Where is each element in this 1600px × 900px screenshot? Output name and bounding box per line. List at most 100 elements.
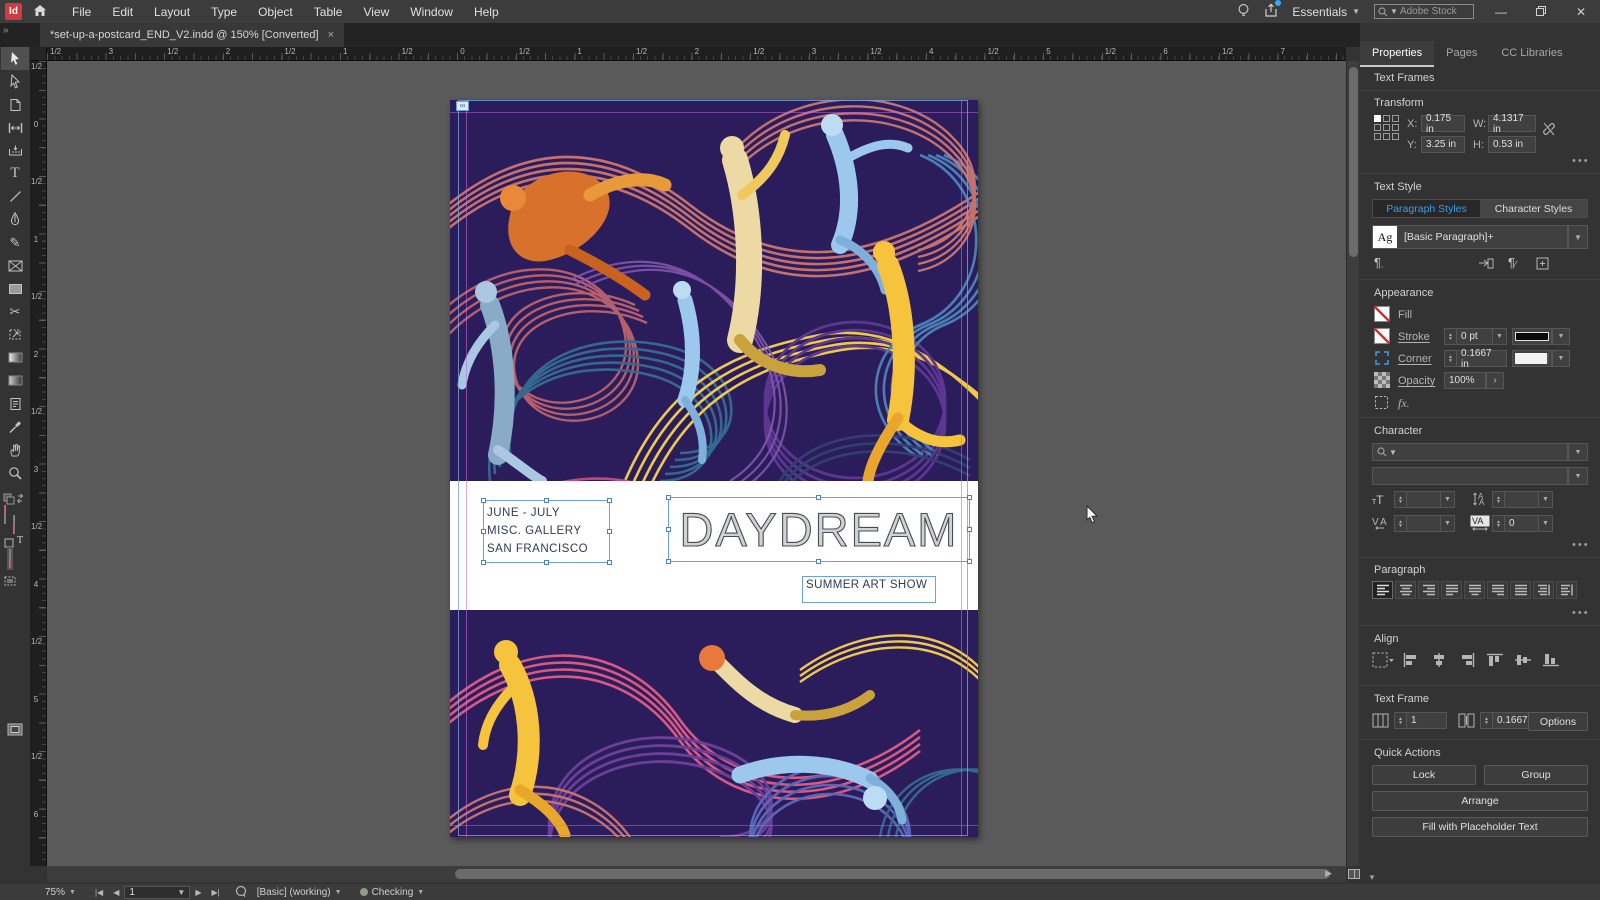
frame-handle[interactable] — [967, 495, 972, 500]
line-tool[interactable] — [1, 185, 29, 208]
x-field[interactable]: 0.175 in — [1421, 113, 1465, 135]
align-left-button[interactable] — [1372, 581, 1393, 599]
hand-tool[interactable] — [1, 438, 29, 461]
fill-swatch[interactable] — [1374, 306, 1390, 322]
kerning-value[interactable] — [1407, 515, 1441, 532]
frame-handle[interactable] — [666, 559, 671, 564]
style-dropdown-chevron[interactable]: ▼ — [1568, 225, 1588, 249]
text-frame-options-button[interactable]: Options — [1528, 712, 1588, 731]
eyedropper-tool[interactable] — [1, 415, 29, 438]
zoom-chevron[interactable]: ▼ — [65, 889, 80, 896]
frame-handle[interactable] — [967, 559, 972, 564]
preflight-chevron[interactable]: ▼ — [413, 889, 428, 896]
content-collector-tool[interactable] — [1, 139, 29, 162]
scissors-tool[interactable]: ✂ — [1, 300, 29, 323]
fill-swatch-none[interactable] — [4, 505, 6, 524]
align-toward-spine-button[interactable] — [1533, 581, 1554, 599]
justify-right-button[interactable] — [1487, 581, 1508, 599]
stroke-weight-stepper[interactable]: ▲ ▼ 0 pt ▼ — [1444, 328, 1507, 345]
collapse-panels-icon[interactable]: » — [3, 25, 9, 36]
search-input[interactable] — [1399, 6, 1470, 17]
formatting-affects-text-icon[interactable]: T — [17, 535, 23, 546]
opacity-value[interactable]: 100% — [1444, 372, 1486, 389]
opacity-link[interactable]: Opacity — [1398, 375, 1435, 387]
tab-pages[interactable]: Pages — [1434, 41, 1489, 67]
transform-more-options[interactable]: ••• — [1572, 155, 1590, 167]
linked-content-badge[interactable]: ∞ — [456, 101, 469, 111]
type-tool[interactable]: T — [1, 162, 29, 185]
tracking-stepper[interactable]: ▲ ▼ 0 ▼ — [1492, 515, 1553, 532]
corner-link[interactable]: Corner — [1398, 353, 1432, 365]
home-icon[interactable] — [30, 4, 50, 20]
align-right-edges-button[interactable] — [1456, 651, 1478, 669]
preset-chevron[interactable]: ▼ — [331, 889, 346, 896]
last-page-button[interactable]: ▶| — [207, 888, 225, 897]
arrange-button[interactable]: Arrange — [1372, 791, 1588, 811]
gap-tool[interactable] — [1, 116, 29, 139]
frame-handle[interactable] — [481, 498, 486, 503]
clear-overrides-icon[interactable]: ¶⁄ — [1508, 255, 1517, 270]
horizontal-ruler[interactable]: 1/2 3 1/2 2 1/2 1 1/2 0 1/2 1 1/2 2 1/2 3 1/2 4 1/2 5 1/2 6… — [47, 47, 1346, 61]
frame-handle[interactable] — [481, 528, 486, 534]
vertical-ruler[interactable]: 1/2 0 1/2 1 1/2 2 1/2 3 1/2 4 1/2 5 1/2 6 — [30, 61, 47, 866]
menu-file[interactable]: File — [72, 5, 91, 19]
stroke-link[interactable]: Stroke — [1398, 331, 1430, 343]
tracking-chevron[interactable]: ▼ — [1539, 515, 1553, 532]
y-field[interactable]: 3.25 in — [1421, 136, 1465, 153]
text-frame-headline[interactable]: DAYDREAM — [666, 495, 972, 564]
page-number-field[interactable]: 1 ▼ — [124, 885, 191, 899]
postcard-page[interactable]: ∞ JUNE - JULY MISC. GALLERY SAN FRANCISC… — [450, 100, 978, 837]
menu-window[interactable]: Window — [410, 5, 453, 19]
restore-button[interactable] — [1528, 5, 1554, 19]
fill-placeholder-text-button[interactable]: Fill with Placeholder Text — [1372, 817, 1588, 837]
fx-label[interactable]: fx. — [1398, 396, 1410, 411]
menu-view[interactable]: View — [363, 5, 389, 19]
paragraph-styles-tab[interactable]: Paragraph Styles — [1373, 200, 1480, 217]
frame-handle[interactable] — [607, 560, 612, 565]
justify-center-button[interactable] — [1464, 581, 1485, 599]
horizontal-scrollbar[interactable]: ▶ — [47, 866, 1360, 882]
workspace-switcher[interactable]: Essentials ▼ — [1292, 5, 1360, 19]
font-style-chevron[interactable]: ▼ — [1568, 467, 1588, 485]
menu-type[interactable]: Type — [211, 5, 237, 19]
text-frame-dates[interactable]: JUNE - JULY MISC. GALLERY SAN FRANCISCO — [481, 498, 612, 565]
align-away-spine-button[interactable] — [1556, 581, 1577, 599]
stroke-swatch[interactable] — [1374, 328, 1390, 344]
frame-handle[interactable] — [607, 528, 612, 534]
frame-handle[interactable] — [666, 495, 671, 500]
leading-value[interactable] — [1505, 491, 1539, 508]
kerning-stepper[interactable]: ▲ ▼ ▼ — [1394, 515, 1455, 532]
kerning-chevron[interactable]: ▼ — [1441, 515, 1455, 532]
swap-fill-stroke-icon[interactable] — [3, 492, 25, 510]
lock-button[interactable]: Lock — [1372, 765, 1476, 785]
stroke-color-chevron[interactable]: ▼ — [1552, 328, 1570, 345]
object-effects-icon[interactable] — [1374, 395, 1389, 413]
align-horizontal-centers-button[interactable] — [1428, 651, 1450, 669]
corner-radius-value[interactable]: 0.1667 in — [1457, 348, 1507, 370]
frame-handle[interactable] — [816, 495, 821, 500]
corner-style-chevron[interactable]: ▼ — [1552, 350, 1570, 367]
menu-edit[interactable]: Edit — [112, 5, 133, 19]
screen-mode-icon[interactable] — [1, 718, 29, 741]
menu-layout[interactable]: Layout — [154, 5, 190, 19]
align-center-button[interactable] — [1395, 581, 1416, 599]
justify-all-button[interactable] — [1510, 581, 1531, 599]
rectangle-tool[interactable] — [1, 277, 29, 300]
frame-handle[interactable] — [816, 559, 821, 564]
leading-stepper[interactable]: ▲ ▼ ▼ — [1492, 491, 1553, 508]
tracking-value[interactable]: 0 — [1505, 515, 1539, 532]
font-family-search[interactable]: ▼ — [1372, 443, 1568, 461]
paragraph-style-dropdown[interactable]: Ag [Basic Paragraph]+ — [1372, 225, 1568, 249]
stroke-swatch-none[interactable] — [13, 515, 15, 534]
preflight-icon[interactable] — [235, 885, 247, 900]
opacity-expand-arrow[interactable]: › — [1486, 372, 1504, 389]
align-right-button[interactable] — [1418, 581, 1439, 599]
new-style-icon[interactable] — [1536, 257, 1549, 273]
apply-none-swatch[interactable] — [7, 547, 13, 570]
first-page-button[interactable]: |◀ — [90, 888, 108, 897]
document-tab[interactable]: *set-up-a-postcard_END_V2.indd @ 150% [C… — [40, 23, 345, 47]
paragraph-more-options[interactable]: ••• — [1572, 607, 1590, 619]
align-vertical-centers-button[interactable] — [1512, 651, 1534, 669]
columns-stepper[interactable]: ▲ ▼ 1 — [1394, 712, 1447, 729]
font-size-chevron[interactable]: ▼ — [1441, 491, 1455, 508]
